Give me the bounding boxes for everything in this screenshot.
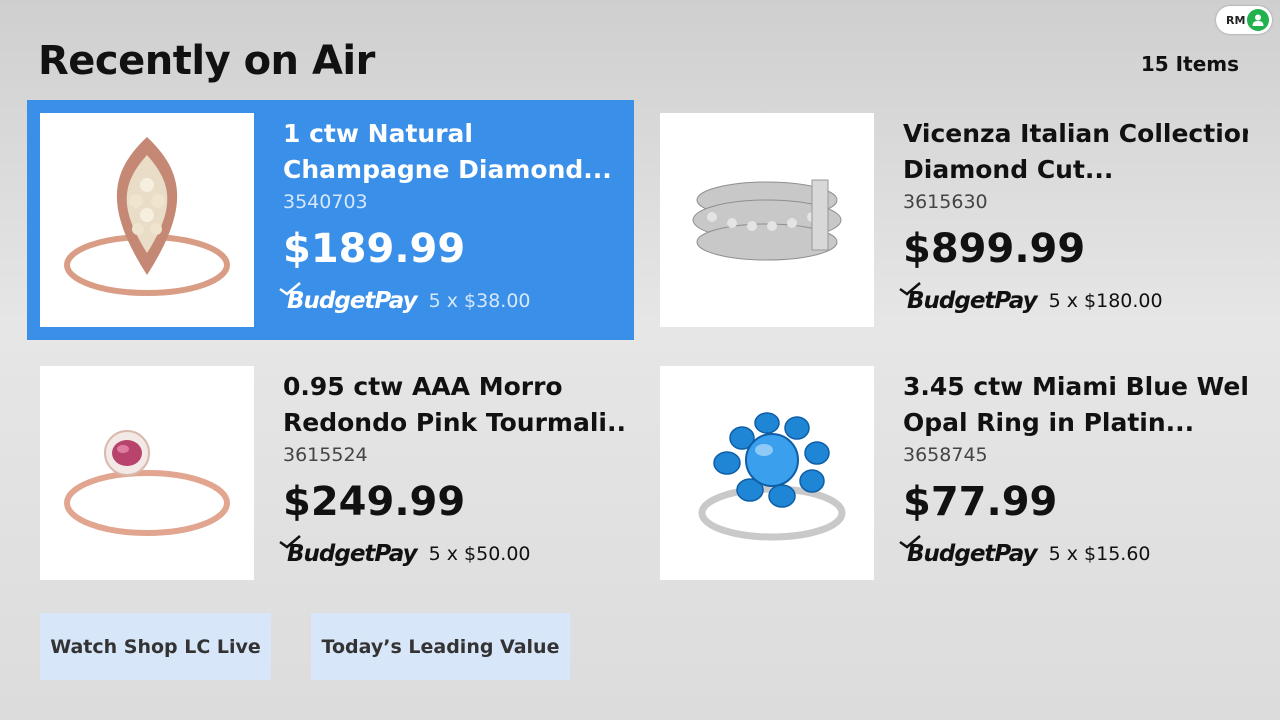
installment-text: 5 x $15.60 <box>1048 543 1151 565</box>
product-card[interactable]: Vicenza Italian Collection Diamond Cut..… <box>647 100 1254 340</box>
product-sku: 3658745 <box>903 444 988 466</box>
product-card[interactable]: 3.45 ctw Miami Blue Welo Opal Ring in Pl… <box>647 353 1254 593</box>
budgetpay-row: BudgetPay 5 x $180.00 <box>899 282 1163 314</box>
installment-text: 5 x $38.00 <box>428 290 531 312</box>
product-card[interactable]: 1 ctw Natural Champagne Diamond... 35407… <box>27 100 634 340</box>
checkmark-icon <box>899 282 921 296</box>
product-title: 1 ctw Natural Champagne Diamond... <box>283 119 612 184</box>
product-price: $189.99 <box>283 226 466 272</box>
product-sku: 3540703 <box>283 191 368 213</box>
budgetpay-logo: BudgetPay <box>279 282 418 314</box>
product-image <box>40 113 254 327</box>
product-sku: 3615630 <box>903 191 988 213</box>
item-count: 15 Items <box>1140 52 1239 76</box>
budgetpay-logo: BudgetPay <box>279 535 418 567</box>
product-price: $899.99 <box>903 226 1086 272</box>
budgetpay-row: BudgetPay 5 x $50.00 <box>279 535 531 567</box>
profile-initials: RM <box>1226 13 1246 27</box>
budgetpay-logo: BudgetPay <box>899 282 1038 314</box>
product-image <box>660 366 874 580</box>
installment-text: 5 x $50.00 <box>428 543 531 565</box>
budgetpay-row: BudgetPay 5 x $15.60 <box>899 535 1151 567</box>
checkmark-icon <box>279 282 301 296</box>
budgetpay-row: BudgetPay 5 x $38.00 <box>279 282 531 314</box>
product-price: $249.99 <box>283 479 466 525</box>
installment-text: 5 x $180.00 <box>1048 290 1163 312</box>
product-card[interactable]: 0.95 ctw AAA Morro Redondo Pink Tourmali… <box>27 353 634 593</box>
product-title: 0.95 ctw AAA Morro Redondo Pink Tourmali… <box>283 372 628 437</box>
checkmark-icon <box>899 535 921 549</box>
budgetpay-logo: BudgetPay <box>899 535 1038 567</box>
product-image <box>660 113 874 327</box>
leading-value-button[interactable]: Today’s Leading Value <box>311 613 570 680</box>
watch-live-button[interactable]: Watch Shop LC Live <box>40 613 271 680</box>
user-icon <box>1247 9 1269 31</box>
product-image <box>40 366 254 580</box>
profile-badge[interactable]: RM <box>1216 6 1272 34</box>
checkmark-icon <box>279 535 301 549</box>
product-title: Vicenza Italian Collection Diamond Cut..… <box>903 119 1248 184</box>
product-sku: 3615524 <box>283 444 368 466</box>
page-title: Recently on Air <box>38 38 375 84</box>
product-price: $77.99 <box>903 479 1058 525</box>
product-title: 3.45 ctw Miami Blue Welo Opal Ring in Pl… <box>903 372 1248 437</box>
